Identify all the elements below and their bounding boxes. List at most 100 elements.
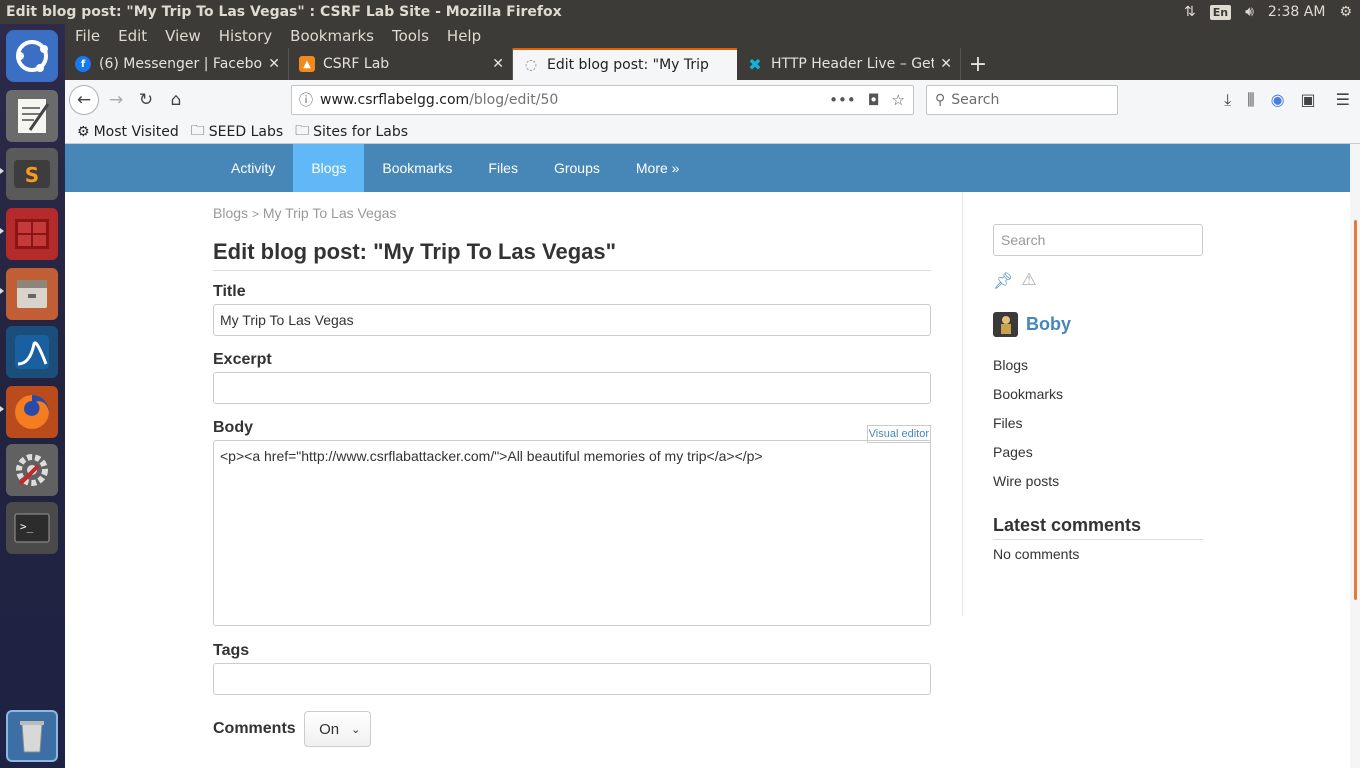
facebook-icon: f xyxy=(75,56,91,72)
hamburger-menu-icon[interactable]: ☰ xyxy=(1336,90,1350,110)
page-actions-icon[interactable]: ••• xyxy=(829,91,856,109)
pocket-icon[interactable]: ◘ xyxy=(868,91,880,109)
sublime-text-icon[interactable]: S xyxy=(6,148,58,200)
sidebar-search-input[interactable]: Search xyxy=(993,224,1203,256)
sidebar-link-bookmarks[interactable]: Bookmarks xyxy=(993,386,1288,415)
no-comments-text: No comments xyxy=(993,546,1080,562)
volume-icon[interactable]: 🔊︎ xyxy=(1245,4,1254,20)
menu-bookmarks[interactable]: Bookmarks xyxy=(280,27,382,45)
tab-csrf-lab[interactable]: ▲ CSRF Lab ✕ xyxy=(289,48,513,80)
trash-icon[interactable] xyxy=(6,710,58,762)
firefox-icon[interactable] xyxy=(6,386,58,438)
running-indicator xyxy=(0,288,4,294)
wireshark-icon[interactable] xyxy=(6,326,58,378)
page-title: Edit blog post: "My Trip To Las Vegas" xyxy=(213,239,931,271)
excerpt-label: Excerpt xyxy=(213,351,272,368)
running-indicator xyxy=(0,406,4,412)
excerpt-input[interactable] xyxy=(213,372,931,404)
sidebar-link-pages[interactable]: Pages xyxy=(993,444,1288,473)
tab-label: HTTP Header Live – Get h xyxy=(771,56,935,72)
tab-label: Edit blog post: "My Trip T xyxy=(547,57,712,73)
running-indicator xyxy=(0,228,4,234)
visual-editor-toggle[interactable]: Visual editor xyxy=(866,425,931,443)
bookmark-seed-labs[interactable]: 🗀 SEED Labs xyxy=(191,120,283,144)
tab-messenger[interactable]: f (6) Messenger | Faceboo ✕ xyxy=(65,48,289,80)
system-top-bar: Edit blog post: "My Trip To Las Vegas" :… xyxy=(0,0,1360,24)
body-textarea[interactable]: <p><a href="http://www.csrflabattacker.c… xyxy=(213,440,931,626)
sidebar-toggle-icon[interactable]: ▣ xyxy=(1301,90,1316,110)
page-scrollbar[interactable] xyxy=(1350,144,1360,768)
menu-help[interactable]: Help xyxy=(437,27,489,45)
back-button[interactable]: ← xyxy=(69,85,99,115)
browser-search-input[interactable]: ⚲ Search xyxy=(926,85,1118,115)
menu-view[interactable]: View xyxy=(155,27,209,45)
terminal-icon[interactable]: >_ xyxy=(6,502,58,554)
folder-icon: 🗀 xyxy=(295,122,310,139)
ubuntu-dash-icon[interactable] xyxy=(6,30,58,82)
menu-file[interactable]: File xyxy=(65,27,108,45)
tab-edit-blog-post[interactable]: ◌ Edit blog post: "My Trip T ✕ xyxy=(513,48,737,80)
extension-icon[interactable]: ◉ xyxy=(1271,90,1285,110)
nav-blogs[interactable]: Blogs xyxy=(293,144,365,192)
url-path: /blog/edit/50 xyxy=(469,92,559,108)
sidebar-link-files[interactable]: Files xyxy=(993,415,1288,444)
owner-name[interactable]: Boby xyxy=(1026,314,1071,335)
title-input[interactable]: My Trip To Las Vegas xyxy=(213,304,931,336)
nav-bookmarks[interactable]: Bookmarks xyxy=(364,144,470,192)
network-icon[interactable]: ⇅ xyxy=(1184,4,1196,20)
forward-button[interactable]: → xyxy=(101,85,131,115)
files-icon[interactable] xyxy=(6,268,58,320)
folder-icon: 🗀 xyxy=(190,122,205,139)
close-tab-icon[interactable]: ✕ xyxy=(940,56,952,72)
elgg-icon: ▲ xyxy=(299,56,315,72)
tab-http-header-live[interactable]: ✖ HTTP Header Live – Get h ✕ xyxy=(737,48,961,80)
menu-history[interactable]: History xyxy=(209,27,280,45)
home-button[interactable]: ⌂ xyxy=(161,85,191,115)
nav-more[interactable]: More » xyxy=(618,144,698,192)
comments-select-value: On xyxy=(319,720,340,738)
chevron-down-icon: ⌄ xyxy=(351,723,361,736)
comments-select[interactable]: On ⌄ xyxy=(304,711,372,747)
latest-comments-heading: Latest comments xyxy=(993,515,1203,540)
scrollbar-thumb[interactable] xyxy=(1354,220,1357,600)
close-tab-icon[interactable]: ✕ xyxy=(268,56,280,72)
menu-tools[interactable]: Tools xyxy=(382,27,437,45)
sidebar: Search 📌︎ ⚠ Boby Blogs Bookmarks Files P… xyxy=(962,192,1288,616)
terminator-icon[interactable] xyxy=(6,208,58,260)
text-editor-icon[interactable] xyxy=(6,90,58,142)
bookmark-label: SEED Labs xyxy=(208,123,284,140)
close-tab-icon[interactable]: ✕ xyxy=(492,56,504,72)
breadcrumb-separator: > xyxy=(251,207,259,221)
sidebar-link-wire-posts[interactable]: Wire posts xyxy=(993,473,1288,502)
warning-icon[interactable]: ⚠ xyxy=(1021,270,1036,290)
library-icon[interactable]: ⫼ xyxy=(1247,90,1254,110)
downloads-icon[interactable]: ⤓ xyxy=(1224,90,1231,110)
nav-groups[interactable]: Groups xyxy=(536,144,618,192)
url-bar[interactable]: ⓘ www.csrflabelgg.com/blog/edit/50 ••• ◘… xyxy=(291,85,914,115)
clock[interactable]: 2:38 AM xyxy=(1268,4,1326,20)
main-content: Blogs > My Trip To Las Vegas Edit blog p… xyxy=(213,192,931,747)
reload-button[interactable]: ↻ xyxy=(131,85,161,115)
sidebar-link-blogs[interactable]: Blogs xyxy=(993,357,1288,386)
url-text[interactable]: www.csrflabelgg.com/blog/edit/50 xyxy=(320,92,829,108)
settings-gear-icon[interactable]: ⚙ xyxy=(1339,4,1352,20)
system-settings-icon[interactable] xyxy=(6,444,58,496)
bookmark-star-icon[interactable]: ☆ xyxy=(892,91,905,109)
pin-icon[interactable]: 📌︎ xyxy=(993,271,1013,290)
breadcrumb-blogs[interactable]: Blogs xyxy=(213,205,248,221)
tags-input[interactable] xyxy=(213,663,931,695)
tab-label: (6) Messenger | Faceboo xyxy=(99,56,263,72)
bookmark-sites-for-labs[interactable]: 🗀 Sites for Labs xyxy=(295,120,408,144)
avatar[interactable] xyxy=(993,312,1018,337)
web-page: Activity Blogs Bookmarks Files Groups Mo… xyxy=(65,144,1350,768)
menu-edit[interactable]: Edit xyxy=(108,27,155,45)
nav-activity[interactable]: Activity xyxy=(213,144,293,192)
keyboard-language[interactable]: En xyxy=(1209,4,1232,20)
http-header-live-icon: ✖ xyxy=(748,54,762,74)
new-tab-button[interactable]: + xyxy=(961,48,995,80)
bookmark-label: Sites for Labs xyxy=(313,123,409,140)
site-info-icon[interactable]: ⓘ xyxy=(292,90,320,110)
bookmark-most-visited[interactable]: ⚙ Most Visited xyxy=(77,124,179,140)
nav-files[interactable]: Files xyxy=(470,144,536,192)
tab-label: CSRF Lab xyxy=(323,56,390,72)
